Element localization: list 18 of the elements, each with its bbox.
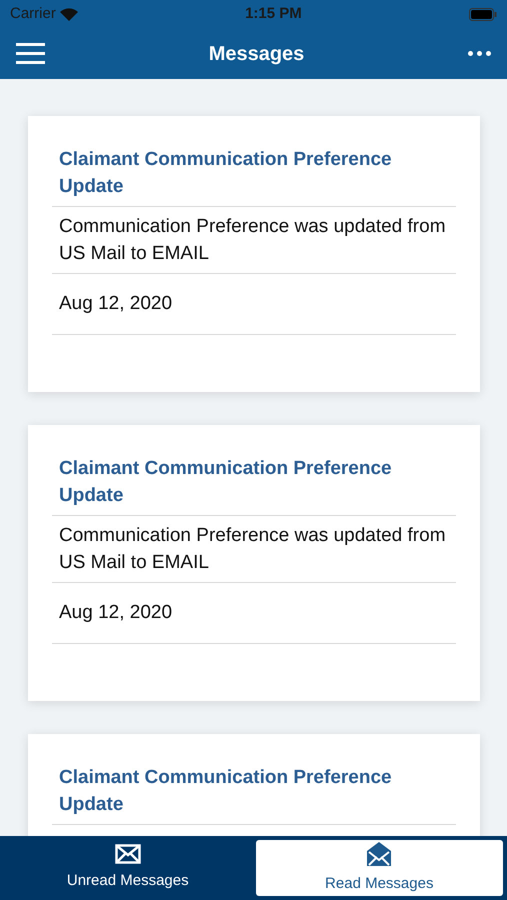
message-title: Claimant Communication Preference Update [52, 764, 456, 825]
wifi-icon [60, 8, 78, 20]
message-card[interactable]: Claimant Communication Preference Update Communication Preference was updated from US Mail to EMAIL Aug 12, 2020 [28, 425, 480, 701]
clock: 1:15 PM [245, 4, 302, 24]
carrier-label: Carrier [10, 4, 56, 24]
message-body: Communication Preference was updated from US Mail to EMAIL [52, 516, 456, 583]
envelope-icon [114, 844, 141, 864]
message-card[interactable]: Claimant Communication Preference Update Communication Preference was updated from US Mail to EMAIL Aug 12, 2020 [28, 116, 480, 392]
message-title: Claimant Communication Preference Update [52, 146, 456, 207]
tab[interactable]: Read Messages [256, 840, 503, 896]
message-card[interactable]: Claimant Communication Preference Update [28, 734, 480, 836]
message-date: Aug 12, 2020 [52, 274, 456, 335]
open-envelope-icon [366, 840, 392, 867]
message-body: Communication Preference was updated from US Mail to EMAIL [52, 207, 456, 274]
battery-icon [468, 8, 497, 20]
message-date: Aug 12, 2020 [52, 583, 456, 644]
page-title: Messages [208, 42, 304, 66]
message-title: Claimant Communication Preference Update [52, 455, 456, 516]
